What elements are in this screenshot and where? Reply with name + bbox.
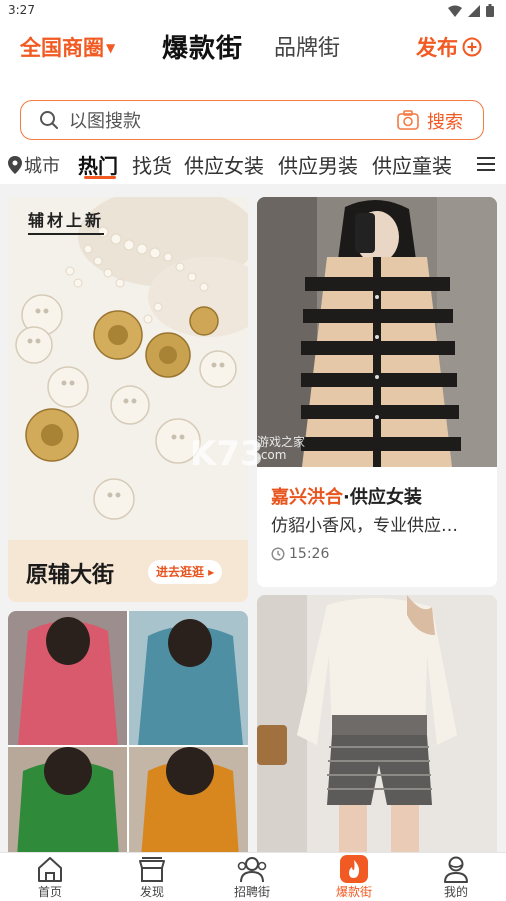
search-button[interactable]: 搜索 bbox=[427, 108, 463, 134]
city-label: 城市 bbox=[24, 156, 60, 177]
tab-brand-street[interactable]: 品牌街 bbox=[274, 30, 340, 62]
signal-icon bbox=[468, 4, 480, 17]
watermark-logo: K73 bbox=[190, 434, 264, 474]
city-selector[interactable]: 城市 bbox=[8, 152, 60, 178]
search-icon bbox=[40, 111, 58, 129]
shop-location: 嘉兴洪合 bbox=[271, 487, 343, 508]
shop-name: 嘉兴洪合·供应女装 bbox=[271, 483, 422, 509]
new-accessories-tag: 辅材上新 bbox=[28, 207, 105, 235]
nav-mine[interactable]: 我的 bbox=[416, 855, 496, 900]
shop-category: ·供应女装 bbox=[343, 487, 422, 508]
enter-browse-button[interactable]: 进去逛逛 ▸ bbox=[148, 560, 223, 584]
bottom-navigation: 首页 发现 招聘街 爆款街 我的 bbox=[0, 852, 506, 901]
publish-button[interactable]: 发布 bbox=[416, 32, 482, 62]
sweater-collage-image bbox=[8, 611, 248, 852]
category-bar: 城市 热门 找货 供应女装 供应男装 供应童装 bbox=[0, 148, 506, 184]
category-tab-womens[interactable]: 供应女装 bbox=[184, 150, 264, 179]
search-section: 搜索 bbox=[0, 94, 506, 148]
camera-icon[interactable] bbox=[397, 110, 419, 130]
nav-discover[interactable]: 发现 bbox=[112, 855, 192, 900]
home-icon bbox=[38, 857, 62, 882]
search-input[interactable] bbox=[67, 108, 371, 134]
buttons-and-pearls-image bbox=[8, 197, 248, 540]
status-time: 3:27 bbox=[8, 3, 35, 17]
category-tab-kids[interactable]: 供应童装 bbox=[372, 150, 452, 179]
category-tab-hot[interactable]: 热门 bbox=[78, 150, 118, 179]
publish-label: 发布 bbox=[416, 36, 458, 60]
region-selector[interactable]: 全国商圈 ▼ bbox=[20, 32, 115, 62]
wifi-icon bbox=[448, 5, 462, 17]
region-label: 全国商圈 bbox=[20, 36, 104, 60]
product-feed: 辅材上新 原辅大街 进去逛逛 ▸ 嘉兴洪合·供应女装 仿貂小香风，专业供应… 1… bbox=[0, 184, 506, 852]
nav-hot-street[interactable]: 爆款街 bbox=[314, 855, 394, 900]
product-card[interactable]: 嘉兴洪合·供应女装 仿貂小香风，专业供应… 15:26 bbox=[257, 197, 497, 587]
sweater-grid-card[interactable] bbox=[8, 611, 248, 852]
nav-home-label: 首页 bbox=[37, 885, 62, 899]
white-top-shorts-image bbox=[257, 595, 497, 852]
location-pin-icon bbox=[8, 156, 22, 174]
nav-mine-label: 我的 bbox=[443, 885, 468, 899]
post-time-value: 15:26 bbox=[289, 546, 330, 562]
post-time: 15:26 bbox=[271, 546, 329, 562]
nav-jobs[interactable]: 招聘街 bbox=[212, 855, 292, 900]
flame-icon bbox=[340, 855, 368, 883]
search-box[interactable]: 搜索 bbox=[20, 100, 484, 140]
banner-title: 原辅大街 bbox=[26, 563, 115, 588]
people-icon bbox=[237, 857, 267, 883]
white-top-card[interactable] bbox=[257, 595, 497, 852]
tab-hot-street[interactable]: 爆款街 bbox=[162, 28, 243, 65]
active-tab-indicator bbox=[84, 176, 116, 179]
status-bar: 3:27 bbox=[0, 0, 506, 22]
store-icon bbox=[139, 857, 165, 882]
clock-icon bbox=[271, 547, 285, 561]
top-header: 全国商圈 ▼ 爆款街 品牌街 发布 bbox=[0, 22, 506, 94]
plus-circle-icon bbox=[462, 37, 482, 57]
watermark-sub1: 游戏之家 bbox=[257, 435, 306, 449]
accessories-banner-card[interactable]: 辅材上新 原辅大街 进去逛逛 ▸ bbox=[8, 197, 248, 602]
category-tab-mens[interactable]: 供应男装 bbox=[278, 150, 358, 179]
striped-cardigan-image bbox=[257, 197, 497, 467]
watermark-subtitle: 游戏之家 .com bbox=[257, 436, 305, 462]
banner-footer: 原辅大街 进去逛逛 ▸ bbox=[8, 540, 248, 602]
profile-icon bbox=[444, 856, 468, 883]
watermark-sub2: .com bbox=[257, 448, 287, 462]
product-description: 仿貂小香风，专业供应… bbox=[271, 516, 458, 536]
caret-down-icon: ▼ bbox=[106, 41, 116, 55]
nav-discover-label: 发现 bbox=[139, 885, 164, 899]
status-icons bbox=[448, 4, 494, 17]
nav-hot-street-label: 爆款街 bbox=[335, 885, 372, 899]
nav-jobs-label: 招聘街 bbox=[233, 885, 270, 899]
battery-icon bbox=[486, 4, 494, 17]
nav-home[interactable]: 首页 bbox=[10, 855, 90, 900]
menu-icon[interactable] bbox=[476, 156, 496, 172]
category-tab-find-goods[interactable]: 找货 bbox=[132, 150, 172, 179]
